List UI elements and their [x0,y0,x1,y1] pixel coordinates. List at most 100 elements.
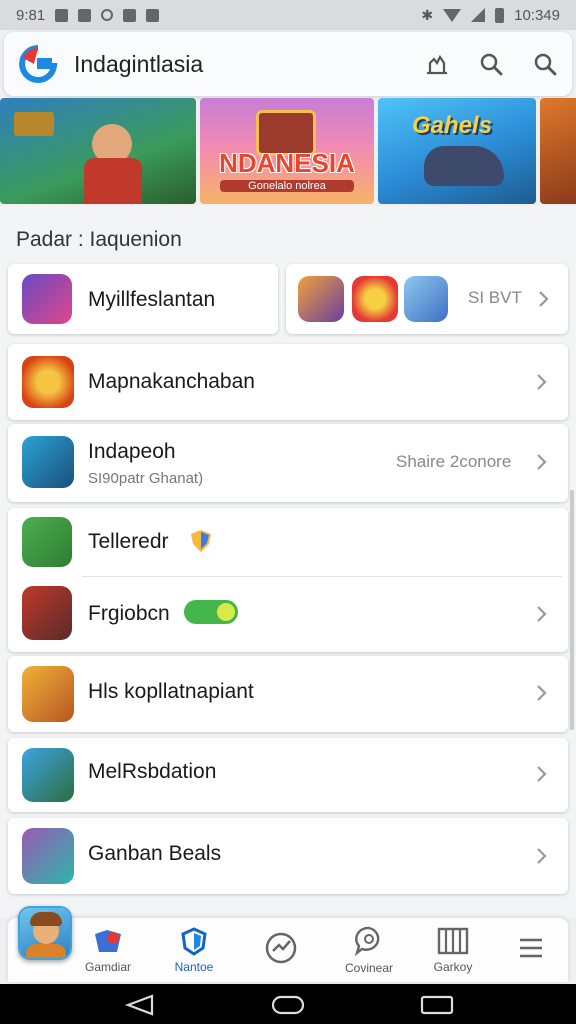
notification-icon [123,8,137,22]
gauge-icon [265,932,297,964]
search-button[interactable] [464,37,518,91]
app-logo-icon[interactable] [18,44,58,84]
app-icon [298,276,344,322]
list-item-label: Mapnakanchaban [88,370,255,393]
list-item[interactable]: Myillfeslantan [8,264,278,334]
bluetooth-icon: ✱ [421,6,434,23]
divider [82,576,562,577]
gamepad-icon [95,930,121,952]
banner-card[interactable] [0,98,196,204]
banner-vehicle [424,146,504,186]
nav-label: Covinear [344,961,394,975]
list-item[interactable]: SI BVT [286,264,568,334]
status-right: ✱ 10:349 [421,7,560,24]
profile-avatar-button[interactable] [18,906,72,960]
banner-sign [14,112,54,136]
section-title: Padar : Iaquenion [16,228,182,251]
chevron-right-icon [537,848,547,864]
banner-title: Gahels [412,112,493,139]
app-icon [404,276,448,322]
app-icon [22,436,74,488]
notification-icon [55,8,69,22]
list-item-label: Frgiobcn [88,602,170,625]
search-icon [534,53,557,76]
app-icon [22,748,74,802]
nav-label: Garkoy [433,960,473,974]
notification-icon [78,8,92,22]
status-time: 10:349 [514,6,560,24]
lightning-icon [352,276,398,322]
nav-item-gamdiar[interactable]: Gamdiar [70,918,146,982]
list-item[interactable]: Hls kopllatnapiant [8,656,568,732]
banner-carousel[interactable]: NDANESIA Gonelalo nolrea Gahels [0,98,576,204]
nav-label: Gamdiar [84,960,131,974]
nav-item-activity[interactable] [246,918,316,982]
list-item-label: Myillfeslantan [88,288,216,311]
sync-icon [101,9,114,21]
toggle-knob [217,603,235,621]
chevron-right-icon [537,454,547,470]
list-item-label: Ganban Beals [88,842,222,865]
nav-item-covinear[interactable]: Covinear [334,918,404,982]
app-icon [22,586,72,640]
shield-badge-icon [191,530,211,552]
app-icon [22,666,74,722]
character-body [84,158,142,204]
banner-card[interactable] [540,98,576,204]
chevron-right-icon [539,291,549,307]
chevron-right-icon [537,606,547,622]
search-text: Indagintlasia [74,50,204,77]
toggle-badge [184,600,238,624]
sort-icon [427,54,447,75]
list-item-label: Hls kopllatnapiant [88,680,254,703]
list-item-label: MelRsbdation [88,760,217,783]
chevron-right-icon [537,374,547,390]
list-item[interactable]: Indapeoh SI90patr Ghanat) Shaire 2conore [8,424,568,502]
list-item[interactable]: Frgiobcn [8,578,568,650]
sort-button[interactable] [410,37,464,91]
nav-item-nantoe[interactable]: Nantoe [158,918,230,982]
home-icon[interactable] [271,995,305,1015]
banner-card[interactable]: NDANESIA Gonelalo nolrea [200,98,374,204]
list-item[interactable]: Mapnakanchaban [8,344,568,420]
shield-icon [181,927,207,956]
list-item-label: Indapeoh [88,440,176,463]
list-item[interactable]: Ganban Beals [8,818,568,894]
list-item[interactable]: MelRsbdation [8,738,568,812]
recents-icon[interactable] [420,995,454,1015]
list-item-subtitle: SI90patr Ghanat) [88,470,204,487]
scrollbar[interactable] [570,490,574,730]
nav-item-menu[interactable] [502,918,560,982]
signal-icon [471,8,486,22]
chevron-right-icon [537,766,547,782]
library-icon [437,927,469,955]
banner-title: NDANESIA [219,148,355,178]
list-item-meta: Shaire 2conore [396,452,512,471]
battery-icon [495,7,505,23]
search-field[interactable]: Indagintlasia [74,42,410,86]
wifi-icon [443,8,462,22]
list-item-meta: SI BVT [468,288,522,307]
banner-card[interactable]: Gahels [378,98,536,204]
nav-label: Nantoe [174,960,214,974]
app-icon [22,356,74,408]
search-icon [480,53,503,76]
status-left: 9:81 [16,6,160,24]
chat-icon [354,926,380,957]
app-icon [22,828,74,884]
menu-icon [520,938,542,958]
list-item-label: Telleredr [88,530,169,553]
search-button-secondary[interactable] [518,37,572,91]
app-bar: Indagintlasia [4,32,572,96]
status-left-text: 9:81 [16,6,46,24]
list-group: Telleredr Frgiobcn [8,508,568,652]
avatar-body [26,944,66,958]
chevron-right-icon [537,685,547,701]
nav-item-garkoy[interactable]: Garkoy [418,918,488,982]
back-icon[interactable] [124,994,156,1016]
avatar-hair [30,912,62,926]
status-bar: 9:81 ✱ 10:349 [0,0,576,30]
app-icon [22,517,72,567]
bottom-nav: Gamdiar Nantoe Covinear Garkoy [8,918,568,982]
list-item[interactable]: Telleredr [8,508,568,576]
